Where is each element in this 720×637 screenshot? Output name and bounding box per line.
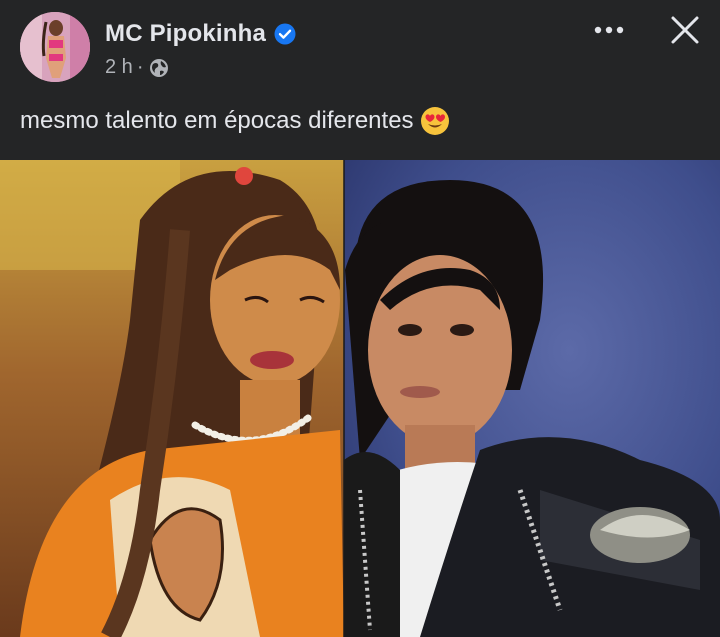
- right-photo-man: [344, 160, 720, 637]
- left-photo-woman: [0, 160, 344, 637]
- more-options-icon[interactable]: [589, 20, 629, 40]
- close-icon[interactable]: [667, 12, 703, 48]
- post-photo[interactable]: [0, 160, 720, 637]
- post-header: MC Pipokinha 2 h · mesmo talento em époc…: [0, 0, 720, 160]
- author-name[interactable]: MC Pipokinha: [105, 20, 266, 48]
- globe-icon: [150, 58, 169, 77]
- meta-separator: ·: [136, 56, 144, 78]
- heart-eyes-emoji-icon: [420, 107, 449, 135]
- avatar[interactable]: [20, 12, 90, 82]
- post-caption-row: mesmo talento em épocas diferentes: [20, 106, 450, 136]
- post-caption: mesmo talento em épocas diferentes: [20, 107, 414, 134]
- post-timestamp[interactable]: 2 h: [105, 56, 133, 79]
- verified-badge-icon: [274, 23, 296, 45]
